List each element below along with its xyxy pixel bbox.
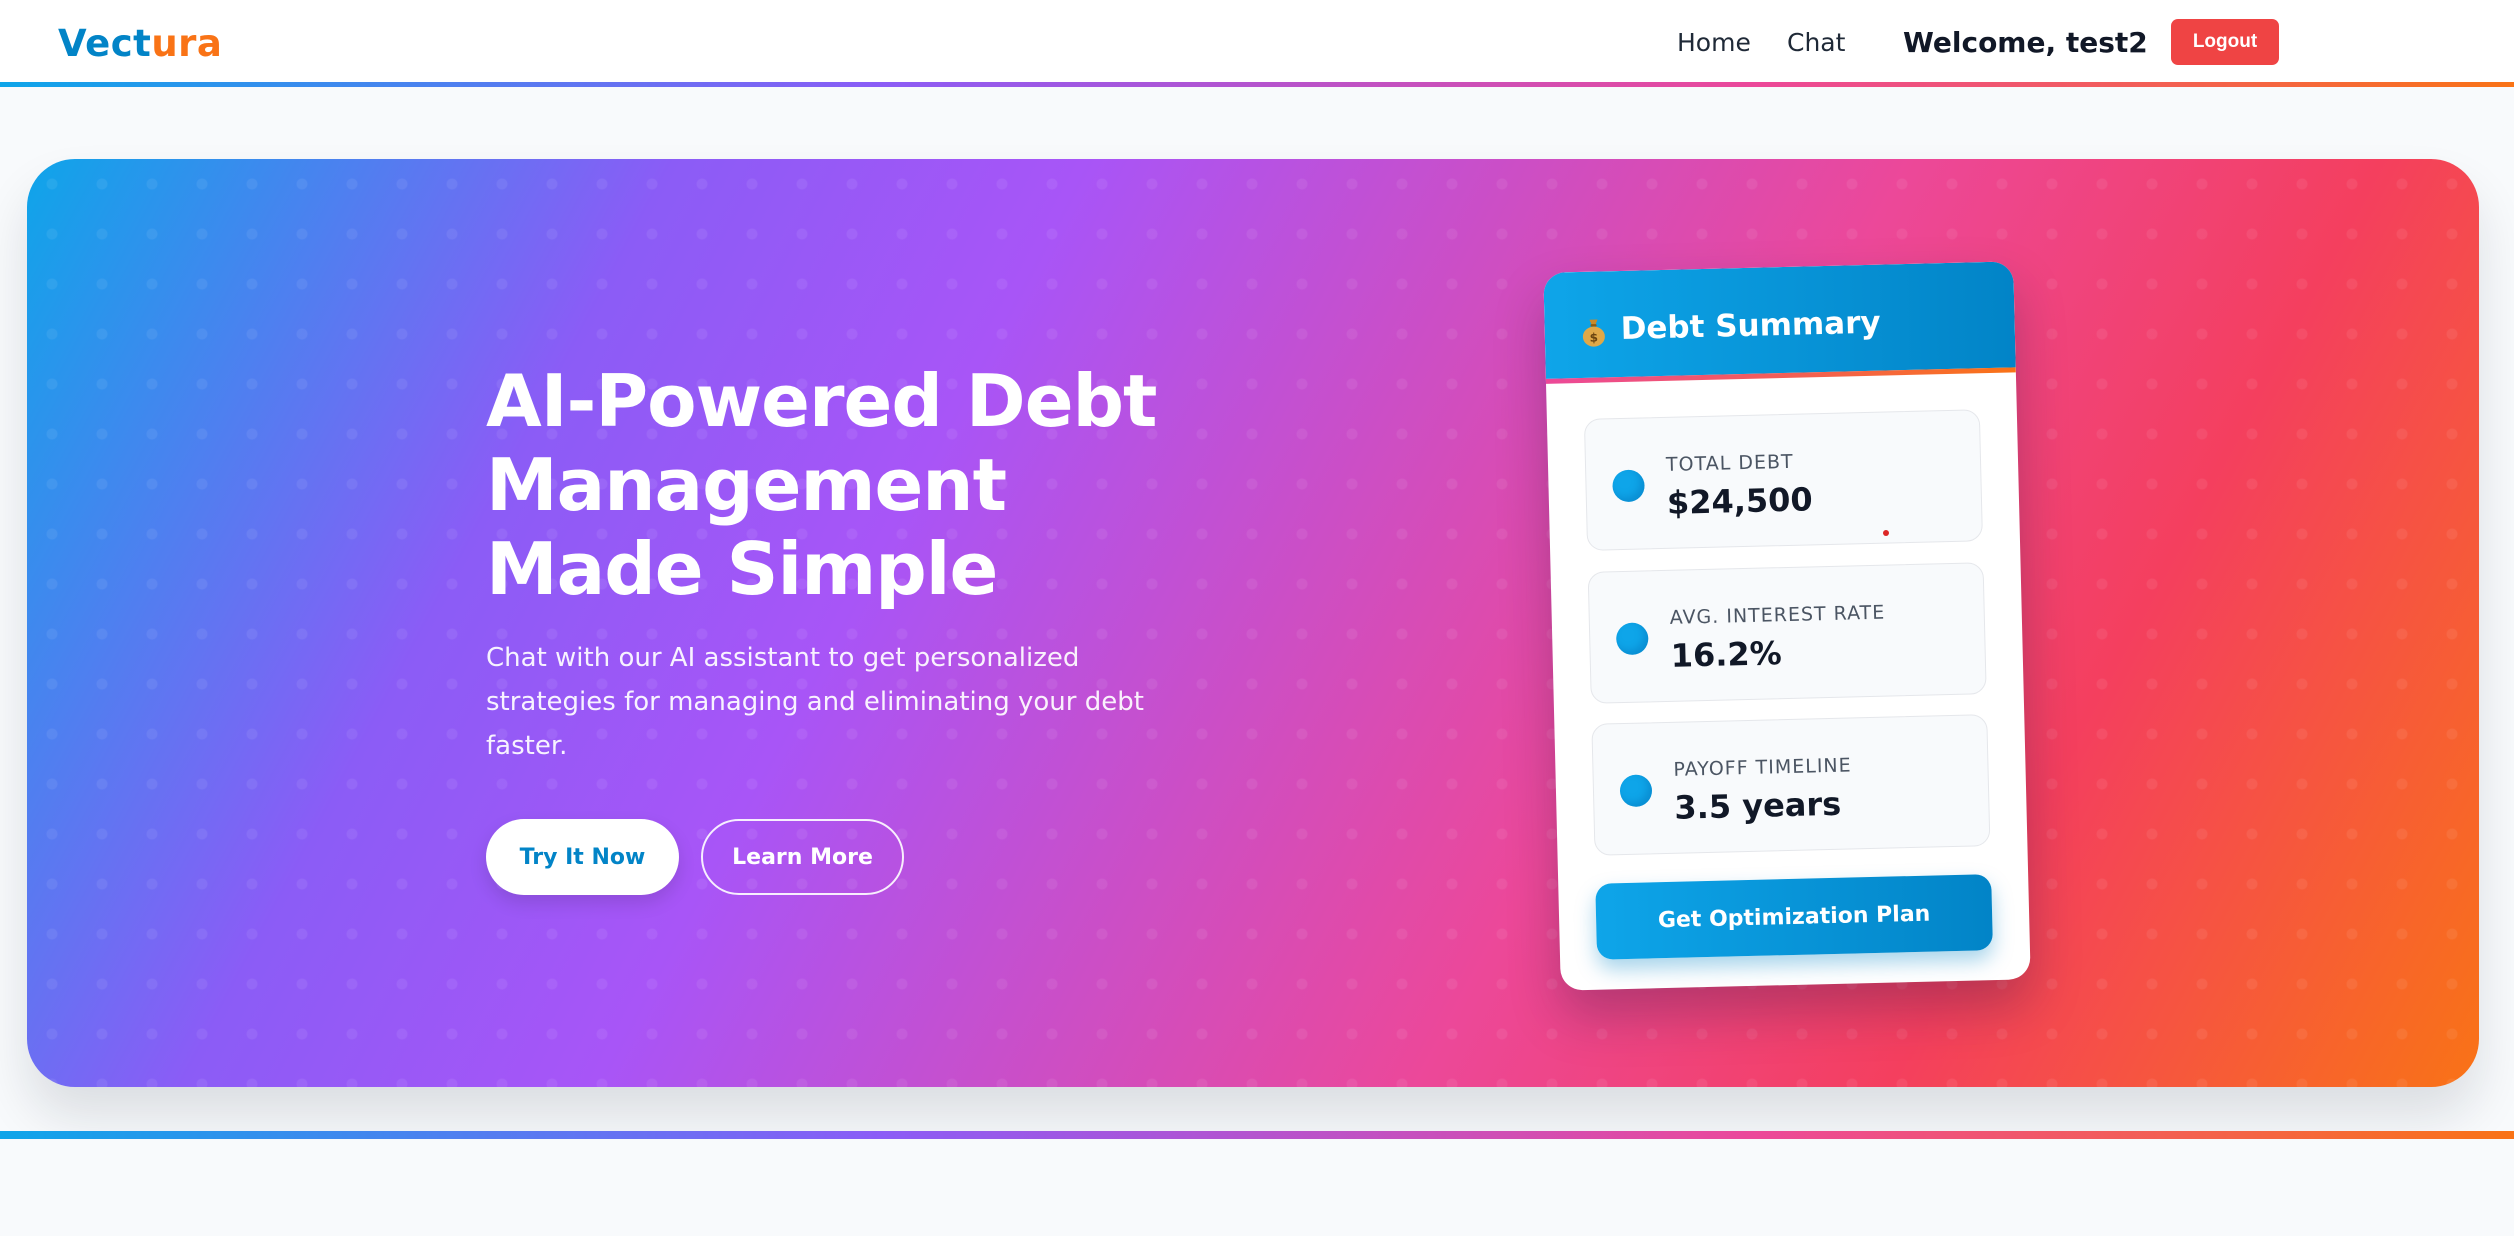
stat-indicator-icon	[1619, 774, 1653, 808]
card-title: Debt Summary	[1620, 304, 1882, 347]
get-optimization-plan-button[interactable]: Get Optimization Plan	[1595, 874, 1993, 960]
stat-payoff-timeline: PAYOFF TIMELINE 3.5 years	[1591, 714, 1991, 856]
debt-summary-card: $ Debt Summary TOTAL DEBT $24,500 AVG. I…	[1543, 261, 2031, 991]
nav-chat-link[interactable]: Chat	[1787, 28, 1845, 57]
learn-more-button[interactable]: Learn More	[701, 819, 904, 895]
stat-label: AVG. INTEREST RATE	[1669, 601, 1886, 629]
hero-dot-pattern	[27, 159, 2479, 1087]
top-nav: Vectura Home Chat Welcome, test2 Logout	[0, 0, 2514, 82]
stat-label: PAYOFF TIMELINE	[1673, 754, 1852, 781]
stat-value: $24,500	[1666, 480, 1814, 522]
nav-home-link[interactable]: Home	[1677, 28, 1751, 57]
stat-label: TOTAL DEBT	[1665, 450, 1794, 476]
brand-logo[interactable]: Vectura	[58, 22, 222, 65]
stat-avg-interest-rate: AVG. INTEREST RATE 16.2%	[1587, 562, 1987, 704]
logout-button[interactable]: Logout	[2171, 19, 2279, 65]
svg-text:$: $	[1590, 331, 1599, 345]
brand-part-1: Vect	[58, 22, 152, 65]
footer-gradient-divider	[0, 1131, 2514, 1139]
stat-indicator-icon	[1612, 469, 1645, 503]
cursor-marker	[1883, 530, 1889, 536]
stat-value: 16.2%	[1670, 634, 1783, 675]
try-it-now-button[interactable]: Try It Now	[486, 819, 679, 895]
money-bag-icon: $	[1582, 319, 1605, 347]
hero-subtitle: Chat with our AI assistant to get person…	[486, 643, 1144, 761]
nav-gradient-divider	[0, 82, 2514, 87]
page-lower-section	[0, 1139, 2514, 1236]
stat-total-debt: TOTAL DEBT $24,500	[1583, 409, 1983, 551]
stat-value: 3.5 years	[1673, 784, 1842, 827]
hero-title: AI-Powered Debt Management Made Simple	[486, 359, 1157, 611]
brand-part-2: ura	[151, 22, 223, 65]
hero-section: AI-Powered Debt Management Made Simple C…	[27, 159, 2479, 1087]
card-header: $ Debt Summary	[1543, 261, 2016, 379]
welcome-text: Welcome, test2	[1903, 26, 2148, 59]
stat-indicator-icon	[1615, 622, 1649, 656]
